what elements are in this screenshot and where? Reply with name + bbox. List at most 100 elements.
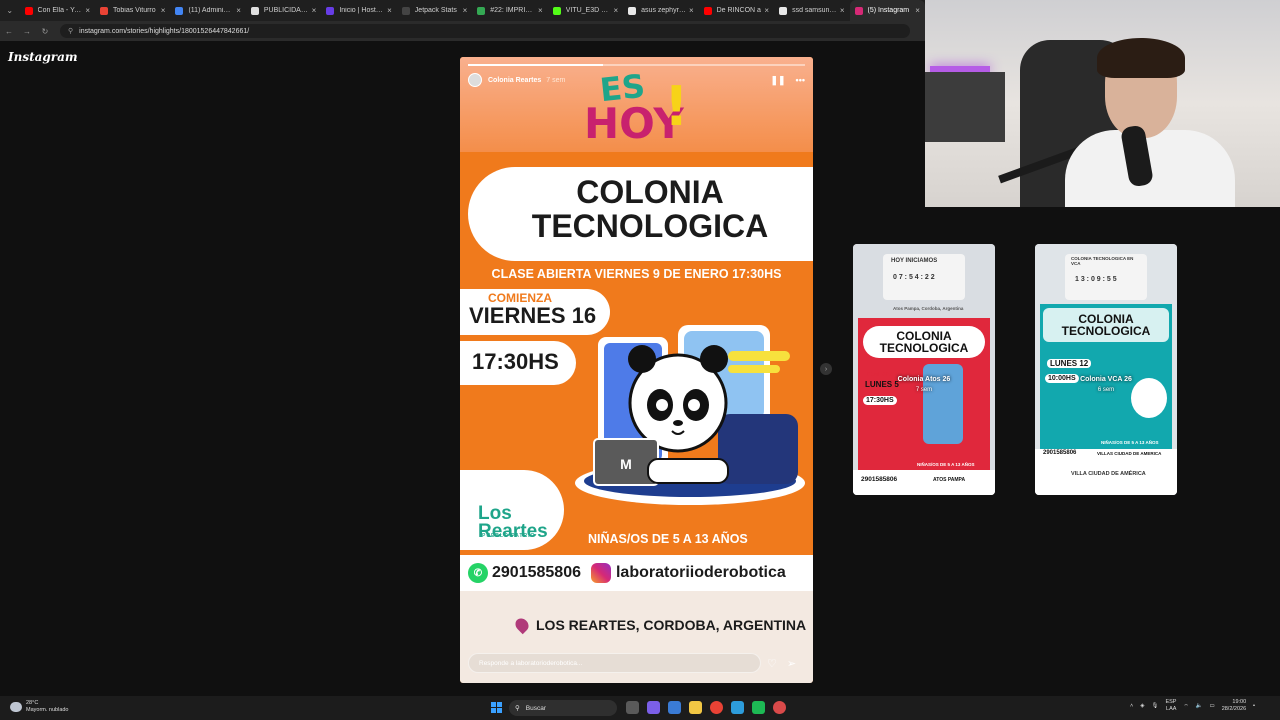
browser-tab[interactable]: #22: IMPRIMIR × (472, 0, 547, 21)
wifi-icon[interactable]: ⌔ (1183, 703, 1188, 710)
url-text: instagram.com/stories/highlights/1800152… (79, 27, 250, 35)
tab-close-icon[interactable]: × (764, 6, 769, 15)
tab-favicon-icon (703, 6, 712, 15)
browser-tab[interactable]: Con Ella - YouTube× (20, 0, 95, 21)
tab-label: VITU_E3D Stream (565, 7, 611, 14)
story-username[interactable]: Colonia Reartes (488, 77, 541, 84)
reload-icon[interactable]: ↻ (36, 27, 54, 36)
weather-temp: 28°C (26, 700, 39, 706)
tab-label: Tobias Viturro (112, 7, 156, 14)
flyer-title-line2: TECNOLOGICA (531, 208, 769, 244)
battery-icon[interactable]: ▭ (1209, 703, 1214, 709)
task-view-icon[interactable] (626, 701, 639, 714)
clock-time: 19:00 (1232, 699, 1247, 705)
share-send-icon[interactable]: ➢ (787, 657, 796, 670)
preview2-countdown: 1 3 : 0 9 : 5 5 (1075, 276, 1117, 283)
weather-widget[interactable]: 28°C Mayorm. nublado (10, 700, 69, 714)
browser-tab[interactable]: (5) Instagram × (849, 0, 925, 21)
story-viewer[interactable]: Colonia Reartes 7 sem ❚❚ ••• ES HOY ! CO… (460, 57, 813, 683)
back-icon[interactable]: ← (0, 27, 18, 36)
reply-placeholder: Responde a laboratorioderobotica... (479, 659, 583, 667)
tab-label: ssd samsung 4t (792, 7, 837, 14)
instagram-icon (590, 563, 611, 583)
tab-close-icon[interactable]: × (538, 6, 543, 15)
spotify-icon[interactable] (752, 701, 765, 714)
tab-favicon-icon (779, 6, 788, 15)
tab-close-icon[interactable]: × (236, 6, 241, 15)
site-info-icon[interactable]: ⚲ (68, 27, 73, 35)
notepad-icon[interactable] (668, 701, 681, 714)
flyer-title: COLONIA TECNOLOGICA (500, 175, 800, 243)
tab-strip: ⌄ Con Ella - YouTube×Tobias Viturro×(11)… (0, 0, 925, 21)
clock-date: 28/2/2026 (1221, 706, 1247, 712)
next-story-icon[interactable]: › (820, 363, 832, 375)
tab-label: De RINCÓN a (716, 7, 761, 14)
reply-input[interactable]: Responde a laboratorioderobotica... (468, 653, 761, 673)
network-icon[interactable]: ◈ (1140, 703, 1144, 709)
tray-chevron-icon[interactable]: ˄ (1130, 703, 1133, 709)
tab-favicon-icon (24, 6, 33, 15)
tab-close-icon[interactable]: × (312, 6, 317, 15)
preview1-hoy: HOY INICIAMOS (891, 258, 938, 264)
preview1-place: ATOS PAMPA (933, 477, 966, 483)
clock[interactable]: 19:00 28/2/2026 (1222, 699, 1246, 713)
browser-tab[interactable]: ssd samsung 4t × (774, 0, 849, 21)
preview2-ago: 6 sem (1097, 387, 1115, 393)
tab-favicon-icon (854, 6, 863, 15)
flyer-open-class: CLASE ABIERTA VIERNES 9 DE ENERO 17:30HS (491, 267, 782, 281)
pause-icon[interactable]: ❚❚ (770, 75, 785, 86)
phone-number: 2901585806 (492, 564, 581, 581)
browser-tab[interactable]: De RINCÓN a × (699, 0, 774, 21)
notification-icon[interactable]: ▪ (1253, 703, 1255, 709)
avatar[interactable] (468, 73, 482, 87)
more-options-icon[interactable]: ••• (796, 75, 805, 86)
preview2-ages: NIÑAS/OS DE 5 A 13 AÑOS (1101, 440, 1159, 445)
volume-icon[interactable]: 🔈 (1196, 703, 1203, 709)
chrome-icon[interactable] (710, 701, 723, 714)
forward-icon[interactable]: → (18, 27, 36, 36)
browser-tab[interactable]: Jetpack Stats × (397, 0, 472, 21)
preview2-place: VILLAS CIUDAD DE AMERICA (1097, 451, 1162, 456)
location-text: LOS REARTES, CORDOBA, ARGENTINA (536, 617, 807, 633)
preview1-title: COLONIA TECNOLOGICA (879, 329, 969, 355)
tab-close-icon[interactable]: × (915, 6, 920, 15)
preview1-ago: 7 sem (915, 387, 933, 393)
tab-close-icon[interactable]: × (161, 6, 166, 15)
browser-tab[interactable]: PUBLICIDAD 2 × (246, 0, 321, 21)
story-preview-atos[interactable]: HOY INICIAMOS 0 7 : 5 4 : 2 2 Atos Pampa… (853, 244, 995, 495)
like-heart-icon[interactable]: ♡ (767, 657, 777, 670)
language-indicator[interactable]: ESP LAA (1165, 699, 1176, 713)
flyer-title-line1: COLONIA (576, 174, 724, 210)
taskbar-search[interactable]: ⚲ Buscar (509, 700, 617, 716)
tab-search-icon[interactable]: ⌄ (0, 0, 20, 21)
file-explorer-icon[interactable] (689, 701, 702, 714)
browser-tab[interactable]: VITU_E3D Stream× (548, 0, 623, 21)
instagram-logo[interactable]: Instagram (8, 50, 78, 64)
story-header: Colonia Reartes 7 sem ❚❚ ••• (468, 73, 805, 87)
tab-close-icon[interactable]: × (840, 6, 845, 15)
story-preview-vca[interactable]: COLONIA TECNOLOGICA EN VCA 1 3 : 0 9 : 5… (1035, 244, 1177, 495)
tab-label: Jetpack Stats (414, 7, 457, 14)
browser-tab[interactable]: asus zephyrus × (623, 0, 698, 21)
contact-band: ✆ 2901585806 laboratoriioderobotica (460, 555, 813, 591)
tab-close-icon[interactable]: × (387, 6, 392, 15)
tab-close-icon[interactable]: × (85, 6, 90, 15)
browser-tab[interactable]: Tobias Viturro × (95, 0, 170, 21)
browser-tab[interactable]: Inicio | Hostinger× (321, 0, 396, 21)
tab-favicon-icon (401, 6, 410, 15)
app-icon[interactable] (731, 701, 744, 714)
tab-close-icon[interactable]: × (613, 6, 618, 15)
tab-close-icon[interactable]: × (689, 6, 694, 15)
obs-icon[interactable] (773, 701, 786, 714)
mic-icon[interactable]: 🎙 (1151, 703, 1158, 709)
tab-close-icon[interactable]: × (463, 6, 468, 15)
webcam-overlay (925, 0, 1280, 207)
windows-start-icon[interactable] (491, 702, 502, 713)
address-bar[interactable]: ⚲ instagram.com/stories/highlights/18001… (60, 24, 910, 38)
laptop-letter: M (620, 456, 632, 472)
discord-icon[interactable] (647, 701, 660, 714)
streamer-hair (1097, 38, 1185, 78)
preview2-day: LUNES 12 (1047, 359, 1092, 368)
tab-label: Inicio | Hostinger (339, 7, 384, 14)
browser-tab[interactable]: (11) Administración× (170, 0, 245, 21)
